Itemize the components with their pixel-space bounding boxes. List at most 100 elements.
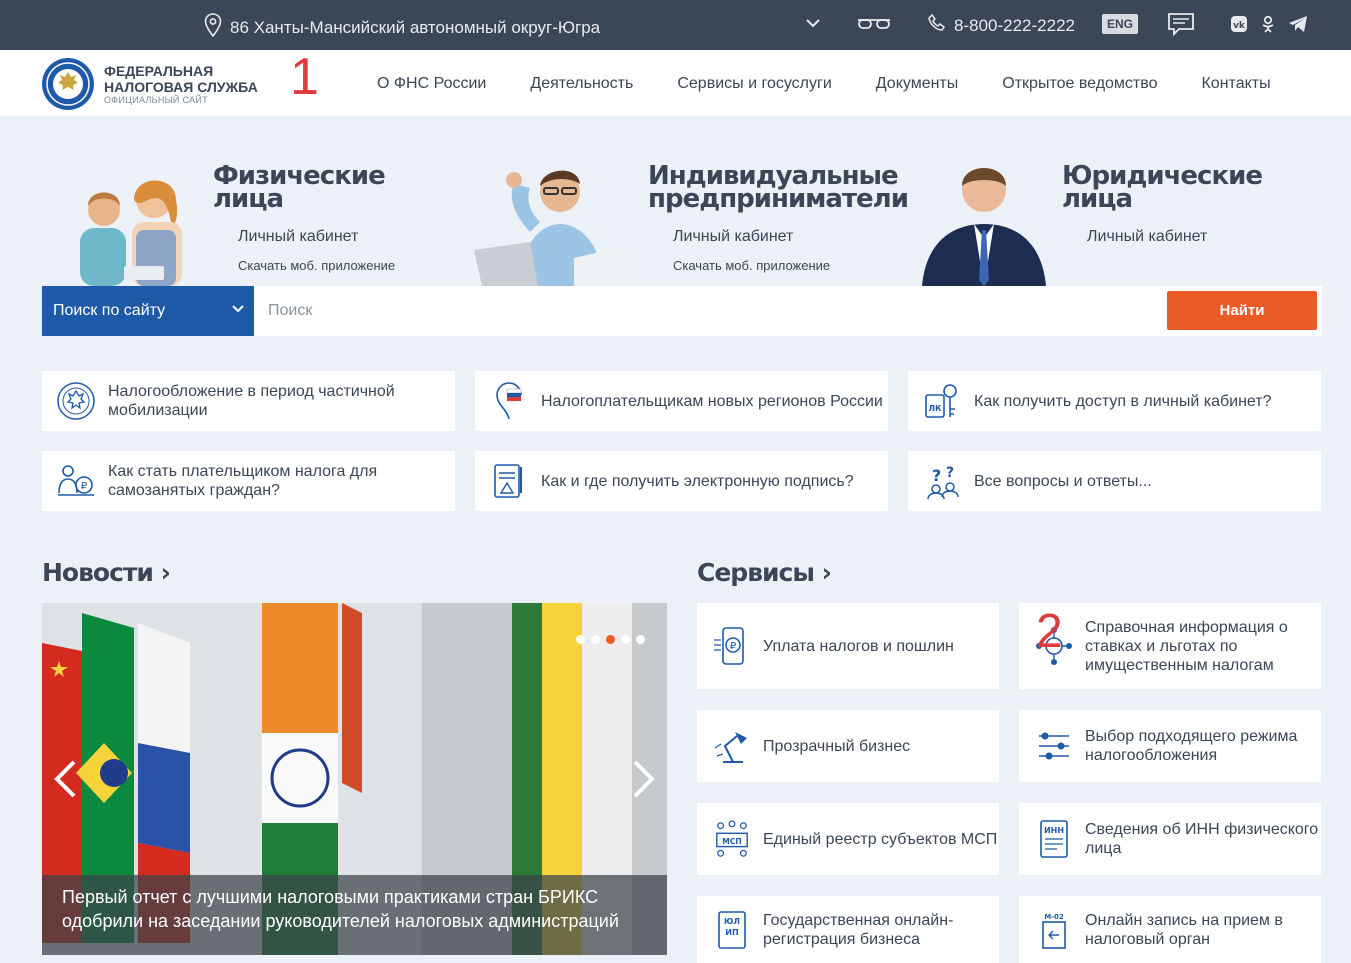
carousel-dot[interactable] xyxy=(621,635,630,644)
top-bar: 86 Ханты-Мансийский автономный округ-Югр… xyxy=(0,0,1351,50)
persona-title[interactable]: Индивидуальные предприниматели xyxy=(648,163,909,212)
quick-link-mobilization[interactable]: Налогообложение в период частичной мобил… xyxy=(42,371,455,431)
search-scope-select[interactable]: Поиск по сайту xyxy=(42,286,254,336)
russia-flag-pin-icon xyxy=(489,381,529,421)
carousel-prev-arrow-icon[interactable] xyxy=(52,759,78,809)
service-label: Выбор подходящего режима налогообложения xyxy=(1085,728,1298,764)
legal-entities-photo xyxy=(916,160,1052,286)
question-people-icon: ?? xyxy=(922,461,962,501)
svg-text:МСП: МСП xyxy=(722,837,742,846)
news-heading[interactable]: Новости › xyxy=(42,558,171,587)
logo-line-3: ОФИЦИАЛЬНЫЙ САЙТ xyxy=(104,95,208,105)
individuals-photo xyxy=(62,170,202,286)
service-label: Прозрачный бизнес xyxy=(763,737,911,755)
carousel-dot[interactable] xyxy=(591,635,600,644)
carousel-dot[interactable] xyxy=(636,635,645,644)
region-selector[interactable]: 86 Ханты-Мансийский автономный округ-Югр… xyxy=(204,13,600,42)
nav-item-open-agency[interactable]: Открытое ведомство xyxy=(1002,75,1157,93)
key-lk-icon: ЛК xyxy=(922,381,962,421)
inn-document-icon: ИНН xyxy=(1035,819,1073,859)
main-header: ФЕДЕРАЛЬНАЯ НАЛОГОВАЯ СЛУЖБА ОФИЦИАЛЬНЫЙ… xyxy=(0,48,1351,116)
nav-item-about[interactable]: О ФНС России xyxy=(377,75,486,93)
chevron-down-icon[interactable] xyxy=(804,14,822,37)
mobile-app-link[interactable]: Скачать моб. приложение xyxy=(673,258,908,273)
main-nav: О ФНС России Деятельность Сервисы и госу… xyxy=(377,75,1271,93)
service-label: Сведения об ИНН физического лица xyxy=(1085,821,1319,857)
logo-line-1: ФЕДЕРАЛЬНАЯ xyxy=(104,63,214,79)
quick-link-label: Как получить доступ в личный кабинет? xyxy=(974,392,1272,410)
quick-link-label: Все вопросы и ответы... xyxy=(974,472,1152,490)
svg-text:М-02: М-02 xyxy=(1044,913,1064,921)
services-heading[interactable]: Сервисы › xyxy=(697,558,832,587)
news-caption[interactable]: Первый отчет с лучшими налоговыми практи… xyxy=(42,875,667,955)
vk-icon[interactable]: vk xyxy=(1230,15,1248,38)
fns-logo[interactable]: ФЕДЕРАЛЬНАЯ НАЛОГОВАЯ СЛУЖБА ОФИЦИАЛЬНЫЙ… xyxy=(42,58,258,110)
quick-link-faq[interactable]: ?? Все вопросы и ответы... xyxy=(908,451,1321,511)
carousel-dot-active[interactable] xyxy=(606,635,615,644)
nav-item-activity[interactable]: Деятельность xyxy=(530,75,633,93)
svg-text:₽: ₽ xyxy=(81,481,88,492)
personal-cabinet-link[interactable]: Личный кабинет xyxy=(238,228,395,246)
location-pin-icon xyxy=(204,13,222,42)
self-employed-icon: ₽ xyxy=(56,461,96,501)
service-appointment[interactable]: М-02 Онлайн запись на прием в налоговый … xyxy=(1019,896,1321,963)
service-transparent-business[interactable]: Прозрачный бизнес xyxy=(697,710,999,782)
search-input[interactable] xyxy=(254,286,1164,336)
quick-link-new-regions[interactable]: Налогоплательщикам новых регионов России xyxy=(475,371,888,431)
personal-cabinet-link[interactable]: Личный кабинет xyxy=(1087,228,1262,246)
nav-item-services[interactable]: Сервисы и госуслуги xyxy=(677,75,831,93)
quick-link-label: Как и где получить электронную подпись? xyxy=(541,472,854,490)
persona-title[interactable]: Физические лица xyxy=(213,163,395,212)
service-tax-payment[interactable]: ₽ Уплата налогов и пошлин xyxy=(697,603,999,689)
svg-text:ИНН: ИНН xyxy=(1044,826,1064,835)
region-label: 86 Ханты-Мансийский автономный округ-Югр… xyxy=(230,17,601,37)
search-scope-label: Поиск по сайту xyxy=(53,302,166,319)
carousel-next-arrow-icon[interactable] xyxy=(631,759,657,809)
door-entry-icon: М-02 xyxy=(1035,910,1073,950)
svg-text:vk: vk xyxy=(1233,21,1246,31)
quick-link-label: Налогообложение в период частичной мобил… xyxy=(108,383,395,419)
sliders-icon xyxy=(1035,726,1073,766)
site-search: Поиск по сайту Найти xyxy=(42,286,1322,336)
quick-link-self-employed[interactable]: ₽ Как стать плательщиком налога для само… xyxy=(42,451,455,511)
mobile-app-link[interactable]: Скачать моб. приложение xyxy=(238,258,395,273)
svg-text:?: ? xyxy=(932,466,941,485)
svg-text:?: ? xyxy=(946,465,954,481)
persona-title[interactable]: Юридические лица xyxy=(1062,163,1263,212)
fns-emblem-icon xyxy=(42,58,94,110)
nav-item-documents[interactable]: Документы xyxy=(876,75,958,93)
social-links: vk xyxy=(1230,15,1308,38)
quick-link-cabinet-access[interactable]: ЛК Как получить доступ в личный кабинет? xyxy=(908,371,1321,431)
accessibility-glasses-icon[interactable] xyxy=(856,16,892,39)
telegram-icon[interactable] xyxy=(1288,15,1308,38)
service-inn-info[interactable]: ИНН Сведения об ИНН физического лица xyxy=(1019,803,1321,875)
service-online-registration[interactable]: ЮЛ ИП Государственная онлайн-регистрация … xyxy=(697,896,999,963)
persona-legal-entities: Юридические лица Личный кабинет xyxy=(1062,163,1263,246)
ul-ip-document-icon: ЮЛ ИП xyxy=(713,910,751,950)
e-signature-icon xyxy=(489,461,529,501)
carousel-dot[interactable] xyxy=(576,635,585,644)
hotline-phone[interactable]: 8-800-222-2222 xyxy=(928,13,1075,37)
service-property-tax-info[interactable]: Справочная информация о ставках и льгота… xyxy=(1019,603,1321,689)
chevron-down-icon xyxy=(230,301,246,322)
service-msp-registry[interactable]: МСП Единый реестр субъектов МСП xyxy=(697,803,999,875)
feedback-chat-icon[interactable] xyxy=(1167,12,1195,41)
phone-icon xyxy=(928,13,946,37)
nav-item-contacts[interactable]: Контакты xyxy=(1201,75,1270,93)
phone-number: 8-800-222-2222 xyxy=(954,15,1075,35)
quick-link-e-signature[interactable]: Как и где получить электронную подпись? xyxy=(475,451,888,511)
language-switch[interactable]: ENG xyxy=(1102,14,1139,34)
service-label: Государственная онлайн-регистрация бизне… xyxy=(763,911,954,948)
annotation-mark-1: 1 xyxy=(290,48,319,106)
service-label: Онлайн запись на прием в налоговый орган xyxy=(1085,911,1283,948)
emblem-icon xyxy=(56,381,96,421)
svg-text:ИП: ИП xyxy=(725,928,738,937)
personal-cabinet-link[interactable]: Личный кабинет xyxy=(673,228,908,246)
search-button[interactable]: Найти xyxy=(1167,291,1317,330)
svg-text:ЛК: ЛК xyxy=(928,404,942,413)
desk-lamp-icon xyxy=(713,726,751,766)
service-tax-regime-choice[interactable]: Выбор подходящего режима налогообложения xyxy=(1019,710,1321,782)
odnoklassniki-icon[interactable] xyxy=(1260,15,1276,38)
svg-text:ЮЛ: ЮЛ xyxy=(724,917,740,926)
svg-text:₽: ₽ xyxy=(730,641,737,652)
